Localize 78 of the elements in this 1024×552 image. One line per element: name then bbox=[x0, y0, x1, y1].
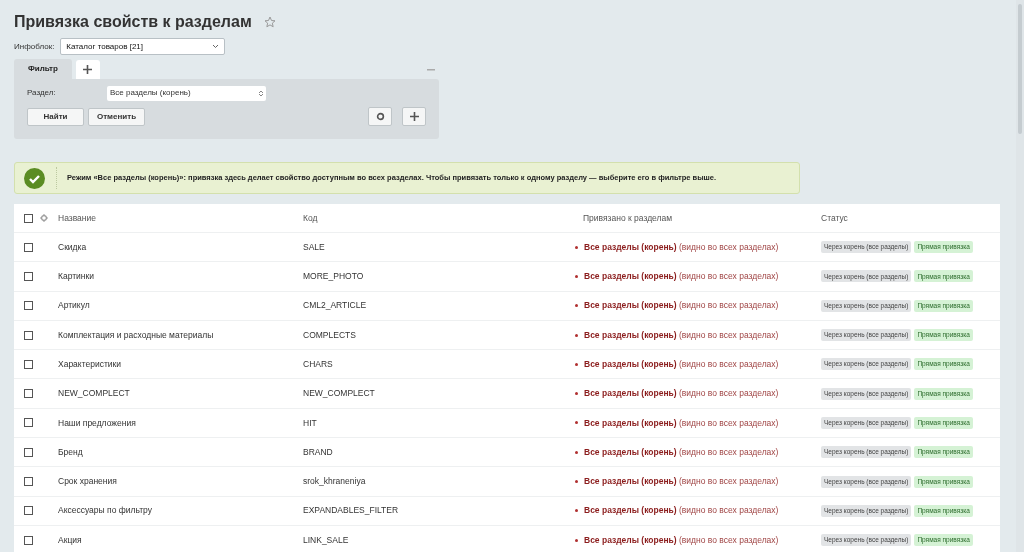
table-cell-text: COMPLECTS bbox=[303, 328, 357, 342]
checkbox[interactable] bbox=[24, 418, 33, 428]
bullet-icon bbox=[575, 538, 578, 542]
caret-icon bbox=[212, 44, 220, 49]
table-cell-text: Срок хранения bbox=[58, 475, 118, 488]
checkbox[interactable] bbox=[24, 477, 33, 486]
table-cell: Все разделы (корень) (видно во всех разделах) bbox=[584, 357, 779, 371]
table-cell-text: MORE_PHOTO bbox=[303, 270, 365, 283]
table-cell-text: Акция bbox=[58, 533, 83, 547]
page-title: Привязка свойств к разделам bbox=[14, 12, 252, 32]
table-cell: Все разделы (корень) (видно во всех разделах) bbox=[584, 504, 779, 518]
table-cell: Все разделы (корень) (видно во всех разделах) bbox=[584, 299, 779, 313]
settings-button[interactable] bbox=[368, 107, 392, 126]
table-cell: Все разделы (корень) (видно во всех разделах) bbox=[584, 240, 779, 254]
checkbox[interactable] bbox=[24, 447, 33, 457]
bullet-icon bbox=[575, 245, 578, 249]
plus-icon bbox=[83, 65, 93, 74]
table-cell-text: Аксессуары по фильтру bbox=[58, 504, 153, 518]
field-label: Инфоблок: bbox=[14, 40, 55, 53]
column-header[interactable]: Статус bbox=[821, 211, 1000, 225]
checkbox[interactable] bbox=[24, 506, 33, 516]
section-select[interactable]: Все разделы (корень) bbox=[107, 85, 266, 101]
table-cell: Все разделы (корень) (видно во всех разделах) bbox=[584, 387, 779, 400]
bullet-icon bbox=[575, 274, 578, 278]
check-circle-icon bbox=[24, 167, 45, 189]
table-cell-text: HIT bbox=[303, 416, 318, 430]
table-cell-text: BRAND bbox=[303, 445, 334, 459]
table-cell-text: srok_khraneniya bbox=[303, 475, 367, 488]
bullet-icon bbox=[575, 480, 578, 483]
table-cell-text: Комплектация и расходные материалы bbox=[58, 328, 215, 342]
table-cell: Все разделы (корень) (видно во всех разделах) bbox=[584, 270, 779, 283]
checkbox[interactable] bbox=[24, 359, 33, 369]
checkbox[interactable] bbox=[24, 330, 33, 340]
column-header[interactable]: Название bbox=[58, 211, 303, 225]
star-icon[interactable] bbox=[263, 16, 276, 28]
add-button[interactable] bbox=[402, 107, 426, 126]
bullet-icon bbox=[575, 421, 578, 425]
table-cell-text: CHARS bbox=[303, 357, 334, 371]
bullet-icon bbox=[575, 304, 578, 308]
bullet-icon bbox=[575, 333, 578, 337]
add-tab-button[interactable] bbox=[75, 60, 100, 79]
table-cell-text: Характеристики bbox=[58, 357, 123, 371]
bullet-icon bbox=[575, 509, 578, 513]
checkbox[interactable] bbox=[24, 301, 33, 311]
spinner-caret-icon bbox=[259, 89, 263, 97]
table-cell: Все разделы (корень) (видно во всех разделах) bbox=[584, 475, 779, 488]
table-cell-text: Бренд bbox=[58, 445, 84, 459]
scrollbar[interactable] bbox=[1016, 0, 1024, 552]
table-cell-text: Картинки bbox=[58, 270, 96, 283]
checkbox[interactable] bbox=[24, 389, 33, 399]
table-cell: Все разделы (корень) (видно во всех разделах) bbox=[584, 533, 779, 547]
field-label: Раздел: bbox=[27, 87, 57, 99]
table-cell-text: CML2_ARTICLE bbox=[303, 299, 368, 313]
checkbox[interactable] bbox=[24, 535, 33, 545]
find-button[interactable]: Найти bbox=[27, 107, 84, 126]
bullet-icon bbox=[575, 362, 578, 366]
filter-tab[interactable]: Фильтр bbox=[14, 59, 72, 79]
column-header[interactable]: Код bbox=[303, 211, 575, 225]
table-cell: Все разделы (корень) (видно во всех разделах) bbox=[584, 416, 779, 430]
table-cell-text: EXPANDABLES_FILTER bbox=[303, 504, 400, 518]
iblock-select[interactable]: Каталог товаров [21] bbox=[60, 38, 226, 55]
plus-icon bbox=[409, 112, 419, 121]
table-cell: Все разделы (корень) (видно во всех разделах) bbox=[584, 328, 779, 342]
table-cell-text: LINK_SALE bbox=[303, 533, 350, 547]
table-cell-text: NEW_COMPLECT bbox=[58, 387, 131, 400]
table-cell-text: Артикул bbox=[58, 299, 91, 313]
select-all-checkbox[interactable] bbox=[24, 213, 33, 223]
table-cell-text: SALE bbox=[303, 240, 326, 254]
column-header[interactable]: Привязано к разделам bbox=[575, 211, 821, 225]
table-cell-text: NEW_COMPLECT bbox=[303, 387, 376, 400]
table-cell: Все разделы (корень) (видно во всех разделах) bbox=[584, 445, 779, 459]
cancel-button[interactable]: Отменить bbox=[88, 107, 145, 126]
table-cell-text: Скидка bbox=[58, 240, 88, 254]
checkbox[interactable] bbox=[24, 242, 33, 252]
checkbox[interactable] bbox=[24, 271, 33, 281]
bullet-icon bbox=[575, 450, 578, 454]
bullet-icon bbox=[575, 392, 578, 396]
table-cell-text: Наши предложения bbox=[58, 416, 137, 430]
